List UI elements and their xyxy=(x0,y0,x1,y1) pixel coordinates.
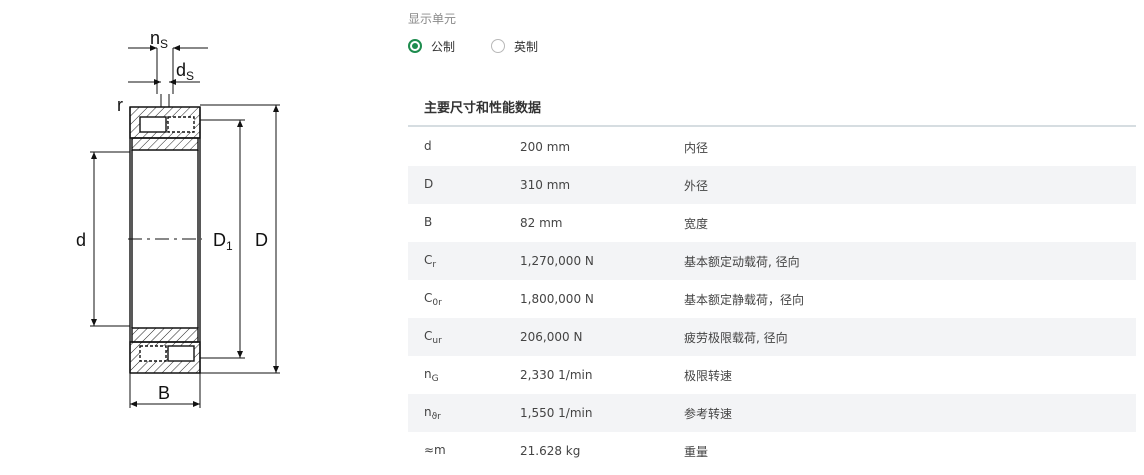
divider xyxy=(408,125,1136,127)
D-label: D xyxy=(255,230,268,250)
symbol-cell: ≈m xyxy=(424,442,446,457)
description-cell: 重量 xyxy=(684,444,709,459)
value-cell: 1,550 1/min xyxy=(520,406,593,420)
r-label: r xyxy=(117,95,123,115)
table-row: Cur 206,000 N 疲劳极限载荷, 径向 xyxy=(408,318,1136,356)
bearing-dimension-drawing: nS dS r d D1 D B xyxy=(0,0,400,475)
radio-unchecked-icon[interactable] xyxy=(491,39,506,53)
d-label: d xyxy=(76,230,86,250)
value-cell: 310 mm xyxy=(520,178,571,192)
symbol-cell: nϑr xyxy=(424,404,441,422)
bearing-section xyxy=(128,94,202,374)
description-cell: 疲劳极限载荷, 径向 xyxy=(684,330,788,345)
table-row: D 310 mm 外径 xyxy=(408,166,1136,204)
table-row: ≈m 21.628 kg 重量 xyxy=(408,432,1136,470)
ds-label: dS xyxy=(176,60,194,83)
symbol-cell: B xyxy=(424,214,433,229)
value-cell: 1,800,000 N xyxy=(520,292,594,306)
description-cell: 基本额定动载荷, 径向 xyxy=(684,254,800,269)
description-cell: 基本额定静载荷，径向 xyxy=(684,292,805,307)
section-title: 主要尺寸和性能数据 xyxy=(424,101,542,116)
description-cell: 极限转速 xyxy=(684,368,733,383)
unit-option-label: 公制 xyxy=(431,39,456,54)
symbol-cell: nG xyxy=(424,366,439,384)
symbol-cell: C0r xyxy=(424,290,442,308)
description-cell: 参考转速 xyxy=(684,406,733,421)
D1-label: D1 xyxy=(213,230,233,253)
table-row: d 200 mm 内径 xyxy=(408,128,1136,166)
value-cell: 82 mm xyxy=(520,216,563,230)
B-label: B xyxy=(158,383,170,403)
symbol-cell: d xyxy=(424,138,432,153)
radio-checked-icon[interactable] xyxy=(408,39,422,53)
symbol-cell: D xyxy=(424,176,434,191)
spec-table: d 200 mm 内径 D 310 mm 外径 B 82 mm 宽度 Cr 1,… xyxy=(408,128,1136,470)
description-cell: 内径 xyxy=(684,140,709,155)
ns-label: nS xyxy=(150,28,168,51)
table-row: Cr 1,270,000 N 基本额定动载荷, 径向 xyxy=(408,242,1136,280)
unit-option-imperial[interactable]: 英制 xyxy=(491,38,538,55)
description-cell: 外径 xyxy=(684,178,709,193)
spec-panel: 显示单元 公制 英制 主要尺寸和性能数据 d 200 mm 内径 D 310 m… xyxy=(408,0,1136,475)
symbol-cell: Cur xyxy=(424,328,442,346)
unit-label: 显示单元 xyxy=(408,12,457,26)
description-cell: 宽度 xyxy=(684,216,709,231)
value-cell: 200 mm xyxy=(520,140,571,154)
value-cell: 206,000 N xyxy=(520,330,583,344)
table-row: nϑr 1,550 1/min 参考转速 xyxy=(408,394,1136,432)
unit-option-metric[interactable]: 公制 xyxy=(408,38,455,55)
value-cell: 1,270,000 N xyxy=(520,254,594,268)
unit-radio-group: 公制 英制 xyxy=(408,36,574,56)
value-cell: 21.628 kg xyxy=(520,444,581,458)
table-row: C0r 1,800,000 N 基本额定静载荷，径向 xyxy=(408,280,1136,318)
table-row: B 82 mm 宽度 xyxy=(408,204,1136,242)
symbol-cell: Cr xyxy=(424,252,437,270)
table-row: nG 2,330 1/min 极限转速 xyxy=(408,356,1136,394)
value-cell: 2,330 1/min xyxy=(520,368,593,382)
unit-option-label: 英制 xyxy=(514,39,539,54)
